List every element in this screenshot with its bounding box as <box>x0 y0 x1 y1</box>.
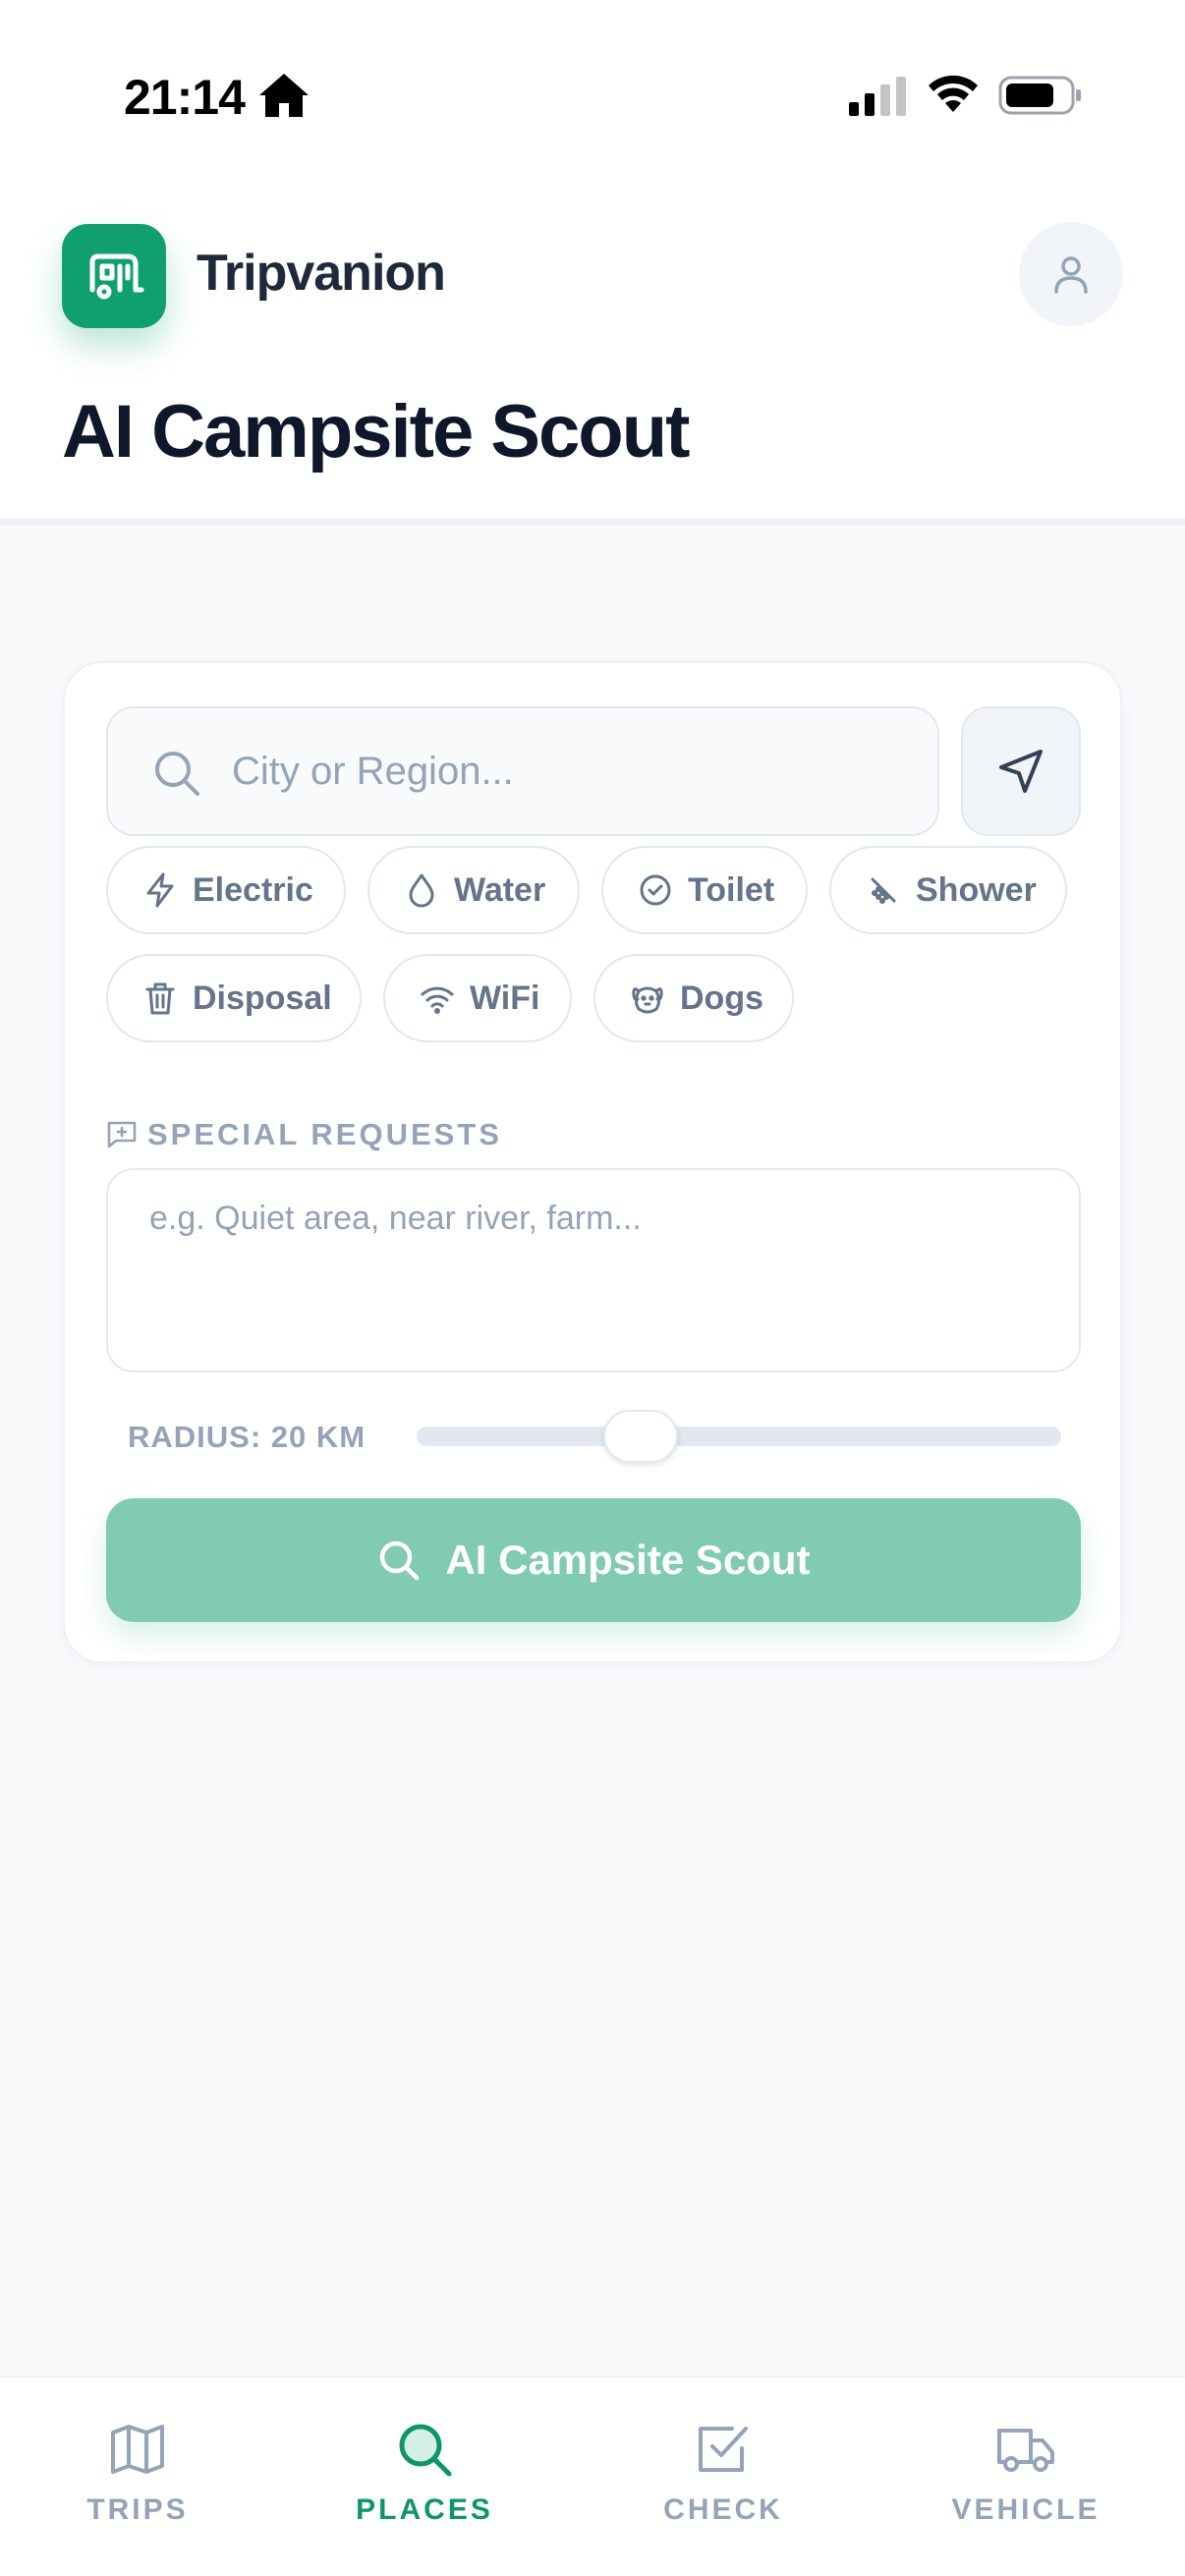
chip-label: Water <box>454 870 546 909</box>
chip-label: Electric <box>193 870 313 909</box>
search-icon <box>155 752 199 796</box>
page-title: AI Campsite Scout <box>62 390 690 474</box>
caravan-icon <box>62 224 166 328</box>
amenity-chip-electric[interactable]: Electric <box>106 846 346 934</box>
nav-label: PLACES <box>356 2493 493 2526</box>
nav-label: TRIPS <box>86 2493 189 2526</box>
droplet-icon <box>409 873 434 908</box>
nav-item-places[interactable]: PLACES <box>307 2378 542 2576</box>
nav-item-check[interactable]: CHECK <box>605 2378 841 2576</box>
message-plus-icon <box>107 1121 137 1148</box>
amenity-chip-water[interactable]: Water <box>367 846 580 934</box>
wifi-icon <box>929 75 978 112</box>
scout-form-card: Electric Water Toilet Shower <box>63 661 1122 1663</box>
check-circle-icon <box>640 874 671 906</box>
checkbox-icon <box>699 2427 748 2472</box>
battery-icon <box>998 76 1081 115</box>
user-icon <box>1054 256 1088 294</box>
wifi-icon <box>421 986 454 1014</box>
amenity-chip-shower[interactable]: Shower <box>829 846 1067 934</box>
search-field[interactable] <box>106 706 939 836</box>
nav-label: VEHICLE <box>951 2493 1100 2526</box>
amenity-chip-dogs[interactable]: Dogs <box>593 954 794 1042</box>
chip-label: WiFi <box>470 979 540 1017</box>
chip-label: Shower <box>916 870 1037 909</box>
nav-label: CHECK <box>663 2493 783 2526</box>
nav-item-trips[interactable]: TRIPS <box>20 2378 255 2576</box>
cellular-signal-icon <box>849 77 906 116</box>
trash-icon <box>145 982 175 1015</box>
search-icon <box>399 2424 452 2477</box>
app-screen: 21:14 Tripvanion AI Campsite Scout City … <box>0 0 1185 2576</box>
locate-button[interactable] <box>961 706 1081 836</box>
map-icon <box>111 2425 164 2474</box>
radius-slider-track[interactable] <box>417 1427 1061 1446</box>
chip-label: Dogs <box>680 979 763 1017</box>
search-input[interactable] <box>232 708 920 834</box>
bottom-nav: TRIPS PLACES CHECK VEHICLE <box>0 2376 1185 2576</box>
chip-label: Toilet <box>688 870 775 909</box>
radius-slider-thumb[interactable] <box>603 1410 678 1463</box>
ai-scout-button-label: AI Campsite Scout <box>445 1537 811 1583</box>
chip-label: Disposal <box>193 979 332 1017</box>
special-requests-label-text: SPECIAL REQUESTS <box>147 1117 502 1151</box>
radius-label: RADIUS: 20 KM <box>128 1420 367 1454</box>
shower-icon <box>871 877 896 904</box>
profile-button[interactable] <box>1019 222 1123 326</box>
amenity-chip-toilet[interactable]: Toilet <box>601 846 808 934</box>
lightning-icon <box>146 872 174 908</box>
search-icon <box>380 1540 420 1581</box>
status-time: 21:14 <box>124 70 246 125</box>
navigation-arrow-icon <box>999 750 1043 793</box>
home-icon <box>259 74 309 117</box>
ai-scout-button[interactable]: AI Campsite Scout <box>106 1498 1081 1622</box>
special-requests-input[interactable] <box>106 1168 1081 1372</box>
dog-icon <box>632 986 663 1014</box>
app-name: Tripvanion <box>197 245 446 302</box>
nav-item-vehicle[interactable]: VEHICLE <box>908 2378 1144 2576</box>
truck-icon <box>997 2429 1054 2472</box>
special-requests-label: SPECIAL REQUESTS <box>106 1115 502 1154</box>
app-header: Tripvanion AI Campsite Scout <box>0 147 1185 525</box>
amenity-chip-wifi[interactable]: WiFi <box>383 954 572 1042</box>
amenity-chip-disposal[interactable]: Disposal <box>106 954 362 1042</box>
status-bar: 21:14 <box>0 0 1185 147</box>
